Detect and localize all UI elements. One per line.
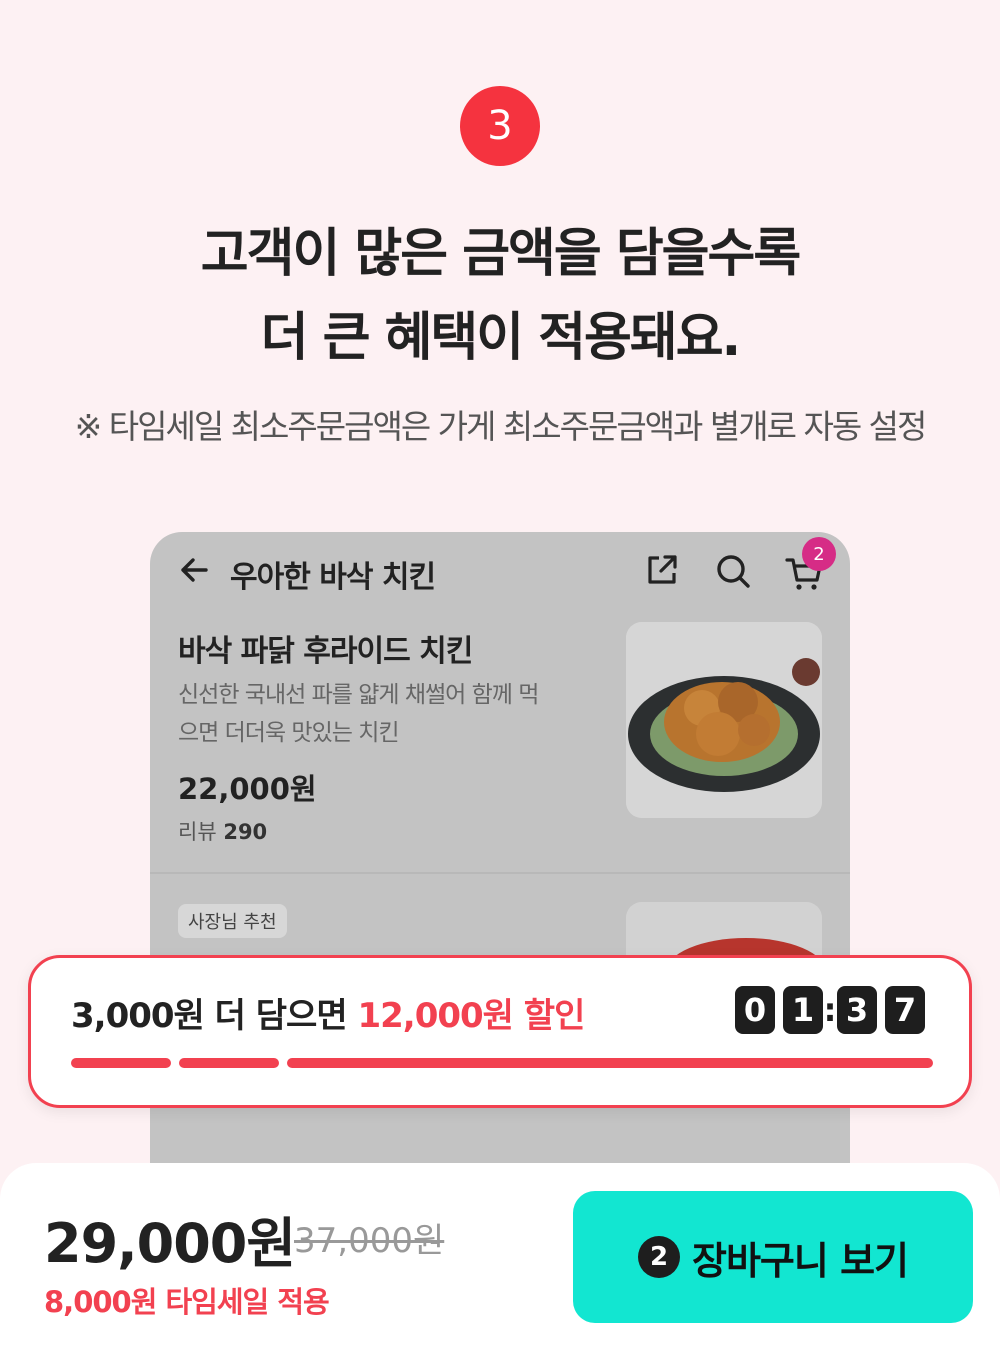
discount-note: 8,000원 타임세일 적용 — [44, 1285, 330, 1319]
menu-item-name[interactable]: 바삭 파닭 후라이드 치킨 — [178, 626, 473, 670]
review-label: 리뷰 — [178, 820, 217, 844]
timer-digit: 3 — [837, 986, 877, 1034]
fried-chicken-image — [626, 622, 822, 818]
menu-item-description: 신선한 국내선 파를 얇게 채썰어 함께 먹으면 더더욱 맛있는 치킨 — [178, 682, 539, 746]
view-cart-button[interactable]: 2 장바구니 보기 — [573, 1191, 973, 1323]
timer-digit: 7 — [885, 986, 925, 1034]
view-cart-label: 장바구니 보기 — [692, 1238, 909, 1283]
timer-colon: : — [823, 991, 837, 1029]
headline: 고객이 많은 금액을 담을수록 더 큰 혜택이 적용돼요. — [0, 212, 1000, 380]
time-sale-banner: 3,000원 더 담으면 12,000원 할인 0 1 : 3 7 — [28, 955, 972, 1108]
step-number-badge: 3 — [460, 86, 540, 166]
timer-digit: 1 — [783, 986, 823, 1034]
list-divider — [150, 872, 850, 874]
cart-count-badge: 2 — [802, 537, 836, 571]
menu-item-price: 22,000원 — [178, 772, 317, 806]
menu-item-photo[interactable] — [626, 622, 822, 818]
recommend-tag: 사장님 추천 — [178, 904, 287, 938]
note-text: ※ 타임세일 최소주문금액은 가게 최소주문금액과 별개로 자동 설정 — [74, 407, 928, 446]
time-sale-highlight: 12,000원 할인 — [357, 996, 585, 1036]
app-bar: 우아한 바삭 치킨 2 — [150, 532, 850, 612]
time-sale-message: 3,000원 더 담으면 12,000원 할인 — [71, 988, 585, 1037]
back-arrow-icon[interactable] — [176, 552, 212, 588]
review-count: 290 — [223, 820, 268, 844]
progress-segment — [71, 1058, 171, 1068]
progress-segment — [179, 1058, 279, 1068]
countdown-timer: 0 1 : 3 7 — [735, 986, 925, 1034]
store-title: 우아한 바삭 치킨 — [230, 560, 436, 595]
bottom-order-bar: 29,000원 37,000원 8,000원 타임세일 적용 2 장바구니 보기 — [0, 1163, 1000, 1350]
search-icon[interactable] — [714, 552, 752, 590]
total-price: 29,000원 — [44, 1212, 296, 1275]
cart-item-count-badge: 2 — [638, 1236, 680, 1278]
headline-line-2: 더 큰 혜택이 적용돼요. — [260, 308, 742, 368]
headline-line-1: 고객이 많은 금액을 담을수록 — [200, 224, 801, 284]
time-sale-prefix: 3,000원 더 담으면 — [71, 996, 358, 1036]
original-price: 37,000원 — [294, 1221, 445, 1261]
progress-segment — [287, 1058, 933, 1068]
timer-digit: 0 — [735, 986, 775, 1034]
discount-progress-bar — [71, 1058, 933, 1068]
share-icon[interactable] — [644, 552, 680, 588]
menu-item-review: 리뷰 290 — [178, 816, 267, 846]
